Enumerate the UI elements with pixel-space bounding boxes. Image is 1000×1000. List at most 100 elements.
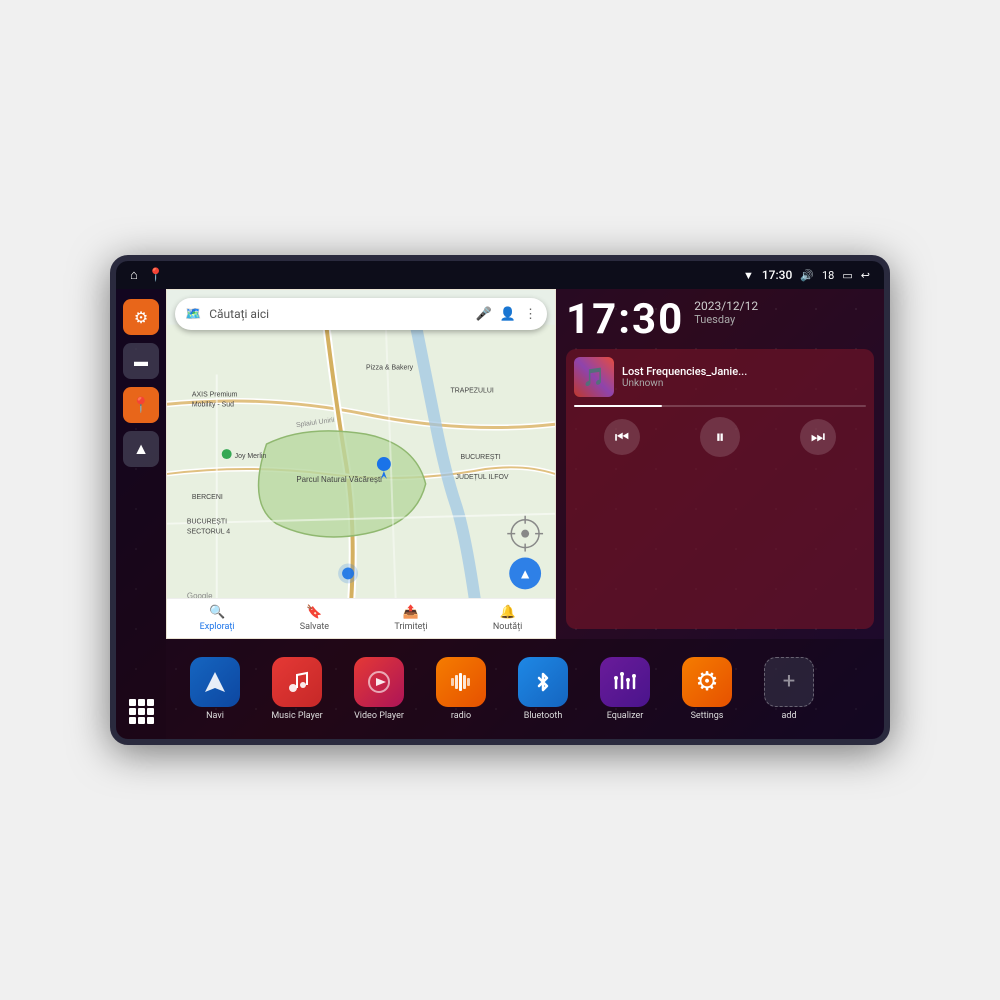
clock-widget: 17:30 2023/12/12 Tuesday bbox=[566, 299, 874, 341]
svg-text:Pizza & Bakery: Pizza & Bakery bbox=[366, 364, 414, 371]
clock-date: 2023/12/12 Tuesday bbox=[694, 299, 758, 326]
music-info: 🎵 Lost Frequencies_Janie... Unknown bbox=[574, 357, 866, 397]
explore-icon: 🔍 bbox=[209, 605, 225, 620]
map-bottom-bar: 🔍 Explorați 🔖 Salvate 📤 Trimiteți � bbox=[167, 598, 555, 638]
files-icon: ▬ bbox=[134, 353, 148, 370]
navi-label: Navi bbox=[206, 711, 224, 722]
music-player-icon bbox=[272, 657, 322, 707]
navi-icon bbox=[190, 657, 240, 707]
next-button[interactable]: ⏭ bbox=[800, 419, 836, 455]
wifi-icon: ▼ bbox=[743, 269, 754, 282]
app-grid: Navi Music Player bbox=[166, 639, 884, 739]
svg-text:TRAPEZULUI: TRAPEZULUI bbox=[451, 387, 494, 394]
video-player-label: Video Player bbox=[354, 711, 404, 722]
status-time: 17:30 bbox=[762, 268, 792, 282]
clock-time: 17:30 bbox=[566, 299, 684, 341]
music-controls: ⏮ ⏸ ⏭ bbox=[574, 417, 866, 457]
main-area: ⚙ ▬ 📍 ▲ bbox=[116, 289, 884, 739]
music-player-label: Music Player bbox=[271, 711, 322, 722]
radio-svg bbox=[447, 668, 475, 696]
svg-text:▲: ▲ bbox=[518, 565, 532, 581]
music-progress-fill bbox=[574, 405, 662, 407]
svg-text:BUCUREȘTI: BUCUREȘTI bbox=[187, 519, 227, 526]
right-panel: 17:30 2023/12/12 Tuesday 🎵 bbox=[556, 289, 884, 639]
saved-label: Salvate bbox=[300, 622, 329, 632]
sidebar-nav-btn[interactable]: ▲ bbox=[123, 431, 159, 467]
video-svg bbox=[365, 668, 393, 696]
app-navi[interactable]: Navi bbox=[176, 657, 254, 722]
sidebar-settings-btn[interactable]: ⚙ bbox=[123, 299, 159, 335]
updates-icon: 🔔 bbox=[500, 605, 516, 620]
settings-label: Settings bbox=[691, 711, 724, 722]
album-thumbnail: 🎵 bbox=[574, 357, 614, 397]
sidebar: ⚙ ▬ 📍 ▲ bbox=[116, 289, 166, 739]
map-tab-saved[interactable]: 🔖 Salvate bbox=[300, 605, 329, 632]
menu-icon[interactable]: ⋮ bbox=[524, 307, 537, 322]
prev-button[interactable]: ⏮ bbox=[604, 419, 640, 455]
map-svg: Parcul Natural Văcărești BUCUREȘTI JUDEȚ… bbox=[167, 290, 555, 638]
music-artist: Unknown bbox=[622, 378, 866, 389]
saved-icon: 🔖 bbox=[306, 605, 322, 620]
pause-button[interactable]: ⏸ bbox=[700, 417, 740, 457]
equalizer-label: Equalizer bbox=[607, 711, 644, 722]
music-svg bbox=[283, 668, 311, 696]
status-left: ⌂ 📍 bbox=[130, 267, 164, 283]
app-settings[interactable]: ⚙ Settings bbox=[668, 657, 746, 722]
bluetooth-label: Bluetooth bbox=[524, 711, 563, 722]
svg-text:Joy Merlin: Joy Merlin bbox=[235, 453, 267, 460]
svg-text:BUCUREȘTI: BUCUREȘTI bbox=[460, 454, 500, 461]
bluetooth-icon bbox=[518, 657, 568, 707]
map-background: Parcul Natural Văcărești BUCUREȘTI JUDEȚ… bbox=[167, 290, 555, 638]
explore-label: Explorați bbox=[200, 622, 235, 632]
map-tab-updates[interactable]: 🔔 Noutăți bbox=[493, 605, 523, 632]
svg-text:Mobility - Sud: Mobility - Sud bbox=[192, 401, 234, 408]
map-section: Parcul Natural Văcărești BUCUREȘTI JUDEȚ… bbox=[166, 289, 556, 639]
navigation-icon: ▲ bbox=[133, 439, 149, 459]
grid-icon bbox=[129, 699, 154, 724]
status-bar: ⌂ 📍 ▼ 17:30 🔊 18 ▭ ↩ bbox=[116, 261, 884, 289]
album-art: 🎵 bbox=[574, 357, 614, 397]
volume-icon: 🔊 bbox=[800, 269, 814, 282]
app-music-player[interactable]: Music Player bbox=[258, 657, 336, 722]
car-head-unit: ⌂ 📍 ▼ 17:30 🔊 18 ▭ ↩ ⚙ ▬ 📍 ▲ bbox=[110, 255, 890, 745]
battery-level: 18 bbox=[822, 269, 834, 282]
music-widget: 🎵 Lost Frequencies_Janie... Unknown ⏮ bbox=[566, 349, 874, 629]
home-icon[interactable]: ⌂ bbox=[130, 267, 138, 283]
settings-icon: ⚙ bbox=[682, 657, 732, 707]
sidebar-apps-grid-btn[interactable] bbox=[123, 693, 159, 729]
navi-svg bbox=[201, 668, 229, 696]
equalizer-icon bbox=[600, 657, 650, 707]
music-progress-bar[interactable] bbox=[574, 405, 866, 407]
updates-label: Noutăți bbox=[493, 622, 523, 632]
status-right: ▼ 17:30 🔊 18 ▭ ↩ bbox=[743, 268, 870, 282]
day-display: Tuesday bbox=[694, 313, 758, 326]
search-input-text[interactable]: Căutați aici bbox=[209, 307, 467, 321]
map-tab-explore[interactable]: 🔍 Explorați bbox=[200, 605, 235, 632]
app-video-player[interactable]: Video Player bbox=[340, 657, 418, 722]
app-equalizer[interactable]: Equalizer bbox=[586, 657, 664, 722]
app-radio[interactable]: radio bbox=[422, 657, 500, 722]
svg-text:Parcul Natural Văcărești: Parcul Natural Văcărești bbox=[296, 475, 382, 484]
radio-icon bbox=[436, 657, 486, 707]
sidebar-maps-btn[interactable]: 📍 bbox=[123, 387, 159, 423]
map-search-bar[interactable]: 🗺️ Căutați aici 🎤 👤 ⋮ bbox=[175, 298, 547, 330]
svg-text:BERCENI: BERCENI bbox=[192, 494, 223, 501]
date-display: 2023/12/12 bbox=[694, 299, 758, 313]
battery-icon: ▭ bbox=[842, 269, 852, 282]
maps-status-icon[interactable]: 📍 bbox=[148, 268, 164, 283]
contribute-label: Trimiteți bbox=[394, 622, 427, 632]
account-icon[interactable]: 👤 bbox=[500, 307, 516, 322]
music-details: Lost Frequencies_Janie... Unknown bbox=[622, 365, 866, 389]
app-add[interactable]: + add bbox=[750, 657, 828, 722]
back-icon[interactable]: ↩ bbox=[861, 269, 870, 282]
map-tab-contribute[interactable]: 📤 Trimiteți bbox=[394, 605, 427, 632]
svg-text:SECTORUL 4: SECTORUL 4 bbox=[187, 529, 230, 536]
radio-label: radio bbox=[451, 711, 471, 722]
eq-svg bbox=[611, 668, 639, 696]
music-title: Lost Frequencies_Janie... bbox=[622, 365, 866, 378]
app-bluetooth[interactable]: Bluetooth bbox=[504, 657, 582, 722]
sidebar-files-btn[interactable]: ▬ bbox=[123, 343, 159, 379]
bt-svg bbox=[529, 668, 557, 696]
mic-icon[interactable]: 🎤 bbox=[476, 307, 492, 322]
top-row: Parcul Natural Văcărești BUCUREȘTI JUDEȚ… bbox=[166, 289, 884, 639]
